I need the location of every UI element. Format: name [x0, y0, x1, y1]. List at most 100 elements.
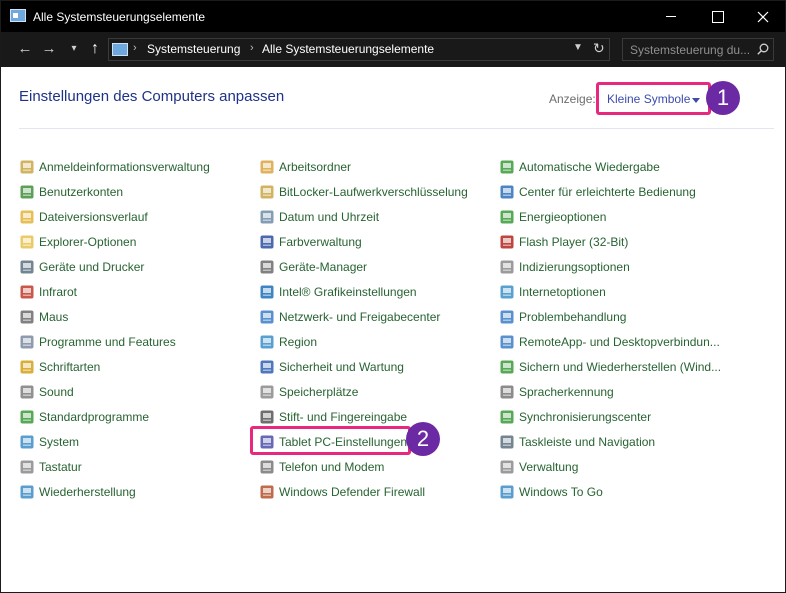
control-panel-item-label[interactable]: Datum und Uhrzeit	[279, 210, 379, 224]
control-panel-item[interactable]: Benutzerkonten	[19, 179, 210, 204]
minimize-button[interactable]	[648, 1, 694, 32]
control-panel-item[interactable]: Telefon und Modem	[259, 454, 468, 479]
control-panel-item-label[interactable]: Wiederherstellung	[39, 485, 136, 499]
control-panel-item[interactable]: Speicherplätze	[259, 379, 468, 404]
control-panel-item[interactable]: Internetoptionen	[499, 279, 721, 304]
control-panel-item-label[interactable]: Windows Defender Firewall	[279, 485, 425, 499]
back-button[interactable]: ←	[14, 39, 36, 59]
control-panel-item[interactable]: Farbverwaltung	[259, 229, 468, 254]
view-mode-dropdown[interactable]: Kleine Symbole	[596, 82, 711, 115]
title-bar[interactable]: Alle Systemsteuerungselemente	[1, 1, 785, 32]
control-panel-item-label[interactable]: Tablet PC-Einstellungen	[279, 435, 407, 449]
breadcrumb-item-all-items[interactable]: Alle Systemsteuerungselemente	[262, 42, 434, 56]
refresh-icon[interactable]: ↻	[593, 40, 605, 57]
control-panel-item[interactable]: Verwaltung	[499, 454, 721, 479]
control-panel-item-label[interactable]: Taskleiste und Navigation	[519, 435, 655, 449]
control-panel-item-label[interactable]: Anmeldeinformationsverwaltung	[39, 160, 210, 174]
control-panel-item-label[interactable]: Automatische Wiedergabe	[519, 160, 660, 174]
control-panel-item-label[interactable]: Geräte und Drucker	[39, 260, 144, 274]
control-panel-item[interactable]: Explorer-Optionen	[19, 229, 210, 254]
control-panel-item[interactable]: Intel® Grafikeinstellungen	[259, 279, 468, 304]
control-panel-item-label[interactable]: Maus	[39, 310, 68, 324]
control-panel-item-label[interactable]: Speicherplätze	[279, 385, 358, 399]
control-panel-item-label[interactable]: RemoteApp- und Desktopverbindun...	[519, 335, 720, 349]
control-panel-item[interactable]: Maus	[19, 304, 210, 329]
control-panel-item[interactable]: Arbeitsordner	[259, 154, 468, 179]
control-panel-item-label[interactable]: Intel® Grafikeinstellungen	[279, 285, 417, 299]
control-panel-item-label[interactable]: Flash Player (32-Bit)	[519, 235, 628, 249]
control-panel-item[interactable]: Datum und Uhrzeit	[259, 204, 468, 229]
control-panel-item[interactable]: Geräte-Manager	[259, 254, 468, 279]
control-panel-item[interactable]: Tastatur	[19, 454, 210, 479]
control-panel-item-label[interactable]: Synchronisierungscenter	[519, 410, 651, 424]
control-panel-item[interactable]: Geräte und Drucker	[19, 254, 210, 279]
control-panel-item-label[interactable]: Sound	[39, 385, 74, 399]
control-panel-item-label[interactable]: Windows To Go	[519, 485, 603, 499]
breadcrumb-item-systemsteuerung[interactable]: Systemsteuerung	[147, 42, 240, 56]
search-input[interactable]	[623, 39, 751, 60]
control-panel-item[interactable]: Spracherkennung	[499, 379, 721, 404]
control-panel-item-label[interactable]: Explorer-Optionen	[39, 235, 136, 249]
control-panel-item-label[interactable]: Problembehandlung	[519, 310, 626, 324]
control-panel-item[interactable]: Indizierungsoptionen	[499, 254, 721, 279]
control-panel-item[interactable]: Wiederherstellung	[19, 479, 210, 504]
control-panel-item[interactable]: Netzwerk- und Freigabecenter	[259, 304, 468, 329]
control-panel-item-label[interactable]: Sicherheit und Wartung	[279, 360, 404, 374]
control-panel-item[interactable]: Schriftarten	[19, 354, 210, 379]
control-panel-item-label[interactable]: Tastatur	[39, 460, 82, 474]
chevron-right-icon[interactable]: ›	[133, 42, 137, 54]
control-panel-item[interactable]: Sound	[19, 379, 210, 404]
control-panel-item-label[interactable]: Spracherkennung	[519, 385, 614, 399]
control-panel-item[interactable]: Problembehandlung	[499, 304, 721, 329]
control-panel-item-label[interactable]: Sichern und Wiederherstellen (Wind...	[519, 360, 721, 374]
control-panel-item-label[interactable]: Verwaltung	[519, 460, 578, 474]
control-panel-item-label[interactable]: Stift- und Fingereingabe	[279, 410, 407, 424]
control-panel-item-label[interactable]: System	[39, 435, 79, 449]
control-panel-item[interactable]: Sichern und Wiederherstellen (Wind...	[499, 354, 721, 379]
control-panel-item-label[interactable]: Farbverwaltung	[279, 235, 362, 249]
control-panel-item-label[interactable]: BitLocker-Laufwerkverschlüsselung	[279, 185, 468, 199]
control-panel-item[interactable]: Windows To Go	[499, 479, 721, 504]
control-panel-item-label[interactable]: Benutzerkonten	[39, 185, 123, 199]
chevron-down-icon[interactable]: ▼	[573, 42, 583, 53]
control-panel-item[interactable]: Windows Defender Firewall	[259, 479, 468, 504]
control-panel-item[interactable]: Taskleiste und Navigation	[499, 429, 721, 454]
control-panel-item-label[interactable]: Energieoptionen	[519, 210, 606, 224]
close-button[interactable]	[740, 1, 785, 32]
control-panel-item-label[interactable]: Programme und Features	[39, 335, 176, 349]
up-button[interactable]: ↑	[84, 39, 106, 59]
control-panel-item-label[interactable]: Standardprogramme	[39, 410, 149, 424]
control-panel-item[interactable]: Energieoptionen	[499, 204, 721, 229]
control-panel-item[interactable]: Programme und Features	[19, 329, 210, 354]
control-panel-item[interactable]: Flash Player (32-Bit)	[499, 229, 721, 254]
control-panel-item[interactable]: Sicherheit und Wartung	[259, 354, 468, 379]
recent-locations-button[interactable]: ▾	[63, 39, 85, 59]
control-panel-item[interactable]: Region	[259, 329, 468, 354]
control-panel-item-label[interactable]: Region	[279, 335, 317, 349]
control-panel-item-label[interactable]: Internetoptionen	[519, 285, 606, 299]
control-panel-item[interactable]: Synchronisierungscenter	[499, 404, 721, 429]
control-panel-item-label[interactable]: Geräte-Manager	[279, 260, 367, 274]
control-panel-item-label[interactable]: Dateiversionsverlauf	[39, 210, 148, 224]
control-panel-item[interactable]: RemoteApp- und Desktopverbindun...	[499, 329, 721, 354]
control-panel-item[interactable]: Anmeldeinformationsverwaltung	[19, 154, 210, 179]
control-panel-item-label[interactable]: Netzwerk- und Freigabecenter	[279, 310, 440, 324]
control-panel-item-label[interactable]: Center für erleichterte Bedienung	[519, 185, 696, 199]
control-panel-item[interactable]: BitLocker-Laufwerkverschlüsselung	[259, 179, 468, 204]
control-panel-item-label[interactable]: Telefon und Modem	[279, 460, 384, 474]
control-panel-item-label[interactable]: Infrarot	[39, 285, 77, 299]
control-panel-item-label[interactable]: Indizierungsoptionen	[519, 260, 630, 274]
control-panel-item[interactable]: System	[19, 429, 210, 454]
control-panel-item-label[interactable]: Arbeitsordner	[279, 160, 351, 174]
breadcrumb[interactable]: › Systemsteuerung › Alle Systemsteuerung…	[108, 38, 610, 61]
control-panel-item[interactable]: Center für erleichterte Bedienung	[499, 179, 721, 204]
control-panel-item[interactable]: Standardprogramme	[19, 404, 210, 429]
chevron-right-icon[interactable]: ›	[250, 42, 254, 54]
maximize-button[interactable]	[694, 1, 740, 32]
control-panel-item[interactable]: Stift- und Fingereingabe	[259, 404, 468, 429]
control-panel-item[interactable]: Dateiversionsverlauf	[19, 204, 210, 229]
search-box[interactable]	[622, 38, 774, 61]
control-panel-item[interactable]: Automatische Wiedergabe	[499, 154, 721, 179]
search-icon[interactable]	[757, 43, 769, 55]
control-panel-item[interactable]: Infrarot	[19, 279, 210, 304]
